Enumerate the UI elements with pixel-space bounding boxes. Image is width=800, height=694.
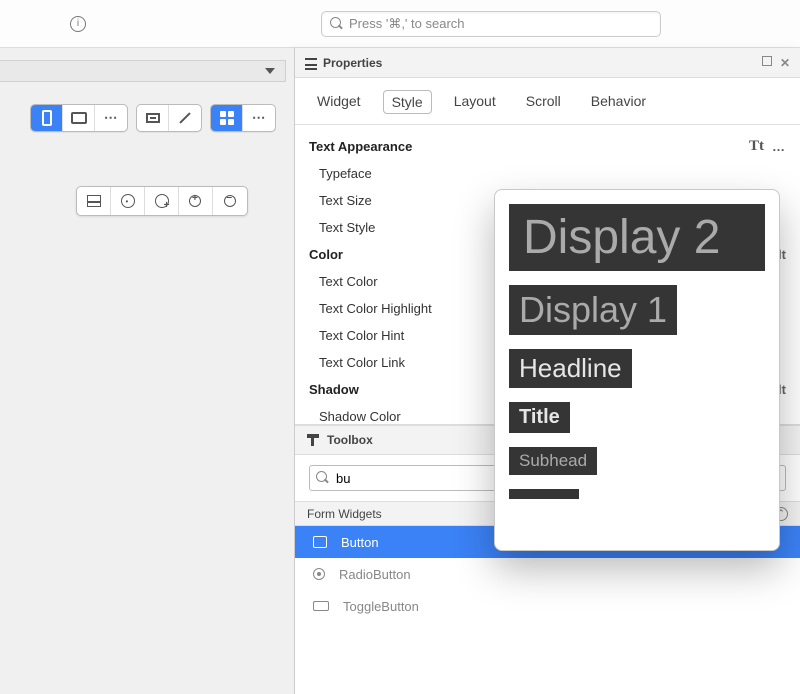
tab-layout[interactable]: Layout: [446, 90, 504, 114]
close-icon[interactable]: ✕: [780, 56, 790, 70]
device-more-button[interactable]: ⋯: [95, 105, 127, 131]
hammer-icon: [307, 434, 319, 446]
toolbox-item-togglebutton[interactable]: ToggleButton: [295, 590, 800, 622]
toolbox-section-label: Form Widgets: [307, 507, 382, 521]
dots-icon: ⋯: [252, 110, 266, 126]
mode-draw-button[interactable]: [169, 105, 201, 131]
phone-icon: [42, 110, 52, 126]
toolbox-title: Toolbox: [327, 433, 373, 447]
zoom-toolbar: [76, 186, 248, 216]
dots-icon: ⋯: [104, 110, 118, 126]
tab-style[interactable]: Style: [383, 90, 432, 114]
properties-header: Properties ✕: [295, 48, 800, 78]
style-option-title[interactable]: Title: [509, 402, 570, 433]
style-option-display2[interactable]: Display 2: [509, 204, 765, 271]
style-option-cutoff: [509, 489, 579, 499]
tab-scroll[interactable]: Scroll: [518, 90, 569, 114]
app-toolbar: i Press '⌘,' to search: [0, 0, 800, 48]
face-icon: [121, 194, 135, 208]
zoom-out-icon: [224, 195, 237, 208]
tablet-icon: [71, 112, 87, 124]
global-search[interactable]: Press '⌘,' to search: [321, 11, 661, 37]
pencil-icon: [179, 112, 190, 123]
info-icon[interactable]: i: [70, 16, 86, 32]
search-placeholder: Press '⌘,' to search: [349, 16, 465, 32]
zoom-in-button[interactable]: [179, 187, 213, 215]
grid-icon: [220, 111, 234, 125]
radio-widget-icon: [313, 568, 325, 580]
search-icon: [316, 471, 329, 484]
face-zoom-button[interactable]: [145, 187, 179, 215]
group-label: Text Appearance: [309, 139, 749, 154]
fill-icon: [146, 113, 160, 123]
text-appearance-swatch[interactable]: Tt: [749, 138, 764, 155]
zoom-in-icon: [189, 195, 202, 208]
view-grid-button[interactable]: [211, 105, 243, 131]
collapsed-panel-bar[interactable]: [0, 60, 286, 82]
device-phone-button[interactable]: [31, 105, 63, 131]
toolbox-item-label: Button: [341, 535, 379, 550]
view-more-button[interactable]: ⋯: [243, 105, 275, 131]
toolbox-item-radiobutton[interactable]: RadioButton: [295, 558, 800, 590]
mode-group: [136, 104, 202, 132]
device-tablet-button[interactable]: [63, 105, 95, 131]
toolbox-item-label: RadioButton: [339, 567, 411, 582]
mode-fill-button[interactable]: [137, 105, 169, 131]
toggle-widget-icon: [313, 601, 329, 611]
view-group: ⋯: [210, 104, 276, 132]
split-view-button[interactable]: [77, 187, 111, 215]
zoom-out-button[interactable]: [213, 187, 247, 215]
group-text-appearance: Text Appearance Tt …: [295, 133, 800, 160]
tab-widget[interactable]: Widget: [309, 90, 369, 114]
face-plus-icon: [155, 194, 169, 208]
device-group: ⋯: [30, 104, 128, 132]
tab-behavior[interactable]: Behavior: [583, 90, 654, 114]
device-toolbar: ⋯ ⋯: [30, 104, 276, 132]
style-option-subhead[interactable]: Subhead: [509, 447, 597, 475]
prop-typeface[interactable]: Typeface: [295, 160, 800, 187]
canvas-area: ⋯ ⋯: [0, 48, 294, 694]
properties-title: Properties: [323, 56, 382, 70]
text-appearance-popover[interactable]: Display 2 Display 1 Headline Title Subhe…: [494, 189, 780, 551]
button-widget-icon: [313, 536, 327, 548]
face-reset-button[interactable]: [111, 187, 145, 215]
toolbox-item-label: ToggleButton: [343, 599, 419, 614]
restore-icon[interactable]: [762, 56, 772, 66]
style-option-display1[interactable]: Display 1: [509, 285, 677, 335]
properties-tabs: Widget Style Layout Scroll Behavior: [295, 78, 800, 125]
split-icon: [87, 195, 101, 207]
chevron-down-icon: [265, 68, 275, 74]
more-icon[interactable]: …: [772, 139, 786, 154]
search-icon: [330, 17, 343, 30]
list-icon: [305, 58, 317, 68]
style-option-headline[interactable]: Headline: [509, 349, 632, 388]
